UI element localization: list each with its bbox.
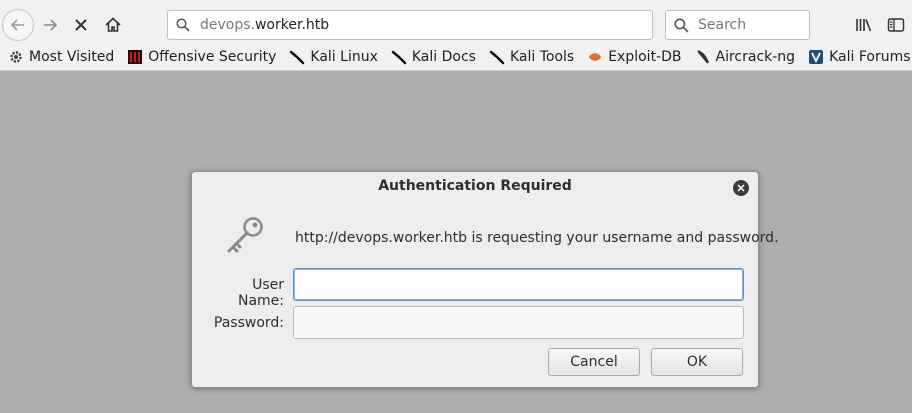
library-button[interactable] [852, 13, 876, 37]
bookmark-label: Kali Docs [411, 48, 476, 65]
stop-button[interactable] [65, 9, 97, 41]
url-text: devops.worker.htb [200, 17, 329, 33]
bookmarks-toolbar: Most Visited Offensive Security Kali Lin… [0, 43, 912, 71]
search-bar[interactable]: Search [665, 10, 810, 40]
bookmark-label: Kali Linux [310, 48, 378, 65]
home-icon [105, 17, 121, 32]
offsec-icon [127, 49, 143, 65]
bookmark-exploit-db[interactable]: Exploit-DB [587, 48, 682, 65]
kali-forums-icon [808, 49, 824, 65]
url-domain: worker.htb [254, 17, 330, 33]
forward-button[interactable] [34, 9, 66, 41]
forward-arrow-icon [44, 19, 58, 31]
bookmark-label: Exploit-DB [608, 48, 682, 65]
cancel-button[interactable]: Cancel [548, 348, 640, 376]
bookmark-kali-tools[interactable]: Kali Tools [489, 49, 574, 65]
sidebar-button[interactable] [884, 13, 908, 37]
gear-icon [8, 49, 24, 65]
stop-icon [75, 19, 87, 31]
authentication-dialog: Authentication Required http://devops.wo… [191, 171, 779, 388]
bookmark-label: Most Visited [29, 48, 115, 65]
search-icon [176, 18, 190, 32]
search-icon [674, 17, 689, 33]
key-icon [223, 214, 269, 256]
sidebar-icon [887, 18, 905, 32]
kali-dragon-icon [391, 49, 407, 65]
aircrack-icon [695, 49, 711, 65]
username-label: User Name: [237, 277, 284, 309]
password-label: Password: [213, 315, 284, 331]
home-button[interactable] [97, 9, 129, 41]
username-field[interactable] [293, 268, 744, 301]
bookmark-kali-linux[interactable]: Kali Linux [289, 48, 378, 65]
back-button[interactable] [2, 9, 34, 41]
browser-toolbar: devops.worker.htb Search [0, 0, 912, 43]
search-placeholder: Search [698, 17, 747, 33]
bookmark-label: Offensive Security [148, 48, 277, 65]
bookmark-offensive-security[interactable]: Offensive Security [127, 49, 276, 65]
back-arrow-icon [10, 19, 24, 31]
library-icon [856, 19, 872, 32]
kali-dragon-icon [289, 49, 305, 65]
bookmark-most-visited[interactable]: Most Visited [8, 49, 114, 65]
bookmark-label: Kali Tools [509, 48, 575, 65]
bookmark-kali-forums[interactable]: Kali Forums [808, 48, 911, 65]
password-field[interactable] [293, 306, 744, 339]
dialog-message: http://devops.worker.htb is requesting y… [295, 230, 779, 246]
exploitdb-icon [587, 49, 603, 65]
url-subdomain: devops. [200, 17, 255, 33]
kali-dragon-icon [489, 49, 505, 65]
ok-button[interactable]: OK [651, 348, 743, 376]
close-icon [737, 184, 745, 192]
bookmark-label: Aircrack-ng [715, 48, 796, 65]
url-bar[interactable]: devops.worker.htb [167, 10, 653, 40]
bookmark-kali-docs[interactable]: Kali Docs [391, 49, 476, 65]
close-button[interactable] [733, 180, 749, 196]
dialog-title: Authentication Required [378, 178, 572, 194]
bookmark-aircrack-ng[interactable]: Aircrack-ng [695, 48, 796, 65]
bookmark-label: Kali Forums [829, 48, 911, 65]
